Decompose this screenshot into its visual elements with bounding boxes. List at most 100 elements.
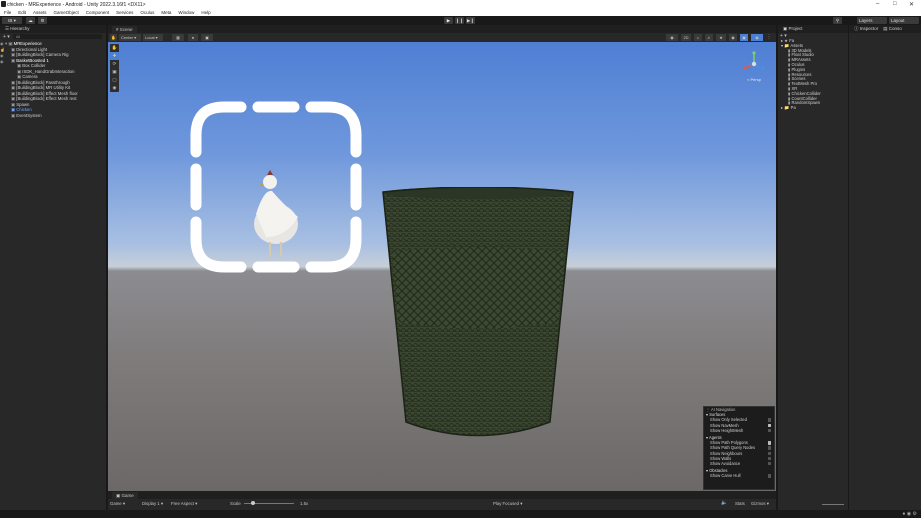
tab-inspector[interactable]: ⓘ Inspector bbox=[854, 25, 878, 33]
layers-dropdown[interactable]: Layers bbox=[857, 17, 887, 24]
menu-bar: File Edit Assets GameObject Component Service… bbox=[0, 9, 921, 16]
nav-option[interactable]: Show Avoidance bbox=[704, 461, 774, 466]
game-mode-dropdown[interactable]: Game ▾ bbox=[110, 501, 125, 507]
maximize-icon[interactable]: □ bbox=[893, 1, 897, 7]
scene-viewport[interactable]: ✋ ✚ ⟳ ▣ ▢ ◉ < Persp ⋮ AI Navigation ▾ Su… bbox=[108, 42, 776, 491]
hidden-objects-icon[interactable]: ◉ bbox=[729, 34, 737, 41]
rotate-tool-icon[interactable]: ⟳ bbox=[110, 60, 119, 68]
gizmos-dropdown[interactable]: Gizmos ▾ bbox=[751, 501, 769, 507]
add-icon[interactable]: + ▾ bbox=[3, 34, 10, 40]
menu-item-services[interactable]: Services bbox=[116, 10, 133, 15]
cloud-icon[interactable]: ☁ bbox=[26, 17, 35, 24]
audio-icon[interactable]: ♬ bbox=[705, 34, 713, 41]
hierarchy-item-label: BasketBoosted 1 bbox=[16, 57, 49, 63]
display-dropdown[interactable]: Display 1 ▾ bbox=[142, 501, 163, 507]
menu-item-component[interactable]: Component bbox=[86, 10, 109, 15]
checkbox[interactable] bbox=[767, 423, 771, 428]
scale-value: 1.5x bbox=[300, 501, 309, 506]
2d-toggle[interactable]: 2D bbox=[681, 34, 691, 41]
render-mode-icon[interactable]: ◉ bbox=[666, 34, 678, 41]
layout-dropdown[interactable]: Layout bbox=[889, 17, 919, 24]
scale-slider-handle[interactable] bbox=[251, 501, 255, 505]
checkbox[interactable] bbox=[767, 446, 771, 450]
tab-console[interactable]: ▤ Conso bbox=[883, 25, 902, 33]
menu-item-help[interactable]: Help bbox=[201, 10, 210, 15]
menu-item-gameobject[interactable]: GameObject bbox=[54, 10, 79, 15]
checkbox[interactable] bbox=[767, 418, 771, 422]
checkbox[interactable] bbox=[767, 461, 771, 466]
checkbox[interactable] bbox=[767, 451, 771, 455]
hand-tool-icon[interactable]: ✋ bbox=[110, 34, 117, 41]
inspector-tabbar: ⓘ Inspector ▤ Conso bbox=[849, 25, 921, 33]
grid-icon[interactable]: ▦ bbox=[172, 34, 184, 41]
tab-scene[interactable]: # Scene bbox=[112, 26, 137, 33]
menu-item-assets[interactable]: Assets bbox=[33, 10, 47, 15]
menu-item-file[interactable]: File bbox=[4, 10, 11, 15]
scene-toolbar: ✋ Center ▾ Local ▾ ▦ ● ▣ ◉ 2D ☼ ♬ ★ ◉ ▣ … bbox=[108, 33, 776, 42]
checkbox[interactable] bbox=[767, 456, 771, 461]
account-label: IB bbox=[8, 18, 13, 23]
effects-icon[interactable]: ★ bbox=[716, 34, 726, 41]
menu-item-meta[interactable]: Meta bbox=[161, 10, 171, 15]
spawn-frame-icon bbox=[190, 101, 362, 273]
center-dropdown[interactable]: Center ▾ bbox=[119, 34, 141, 41]
project-zoom-slider[interactable] bbox=[822, 504, 844, 505]
snap-icon[interactable]: ● bbox=[188, 34, 198, 41]
hierarchy-item[interactable]: ▣ EventSystem bbox=[0, 113, 106, 119]
aspect-dropdown[interactable]: Free Aspect ▾ bbox=[171, 501, 197, 507]
account-button[interactable]: IB ▾ bbox=[2, 17, 22, 24]
hierarchy-item-label: [BuildingBlock] Effect Mesh rest bbox=[16, 96, 77, 101]
checkbox[interactable] bbox=[767, 474, 771, 478]
scale-tool-icon[interactable]: ▣ bbox=[110, 68, 119, 76]
tab-project[interactable]: ▣ Project bbox=[778, 25, 848, 33]
game-tabbar: ▣ Game bbox=[108, 491, 776, 499]
menu-item-window[interactable]: Window bbox=[178, 10, 194, 15]
rect-tool-icon[interactable]: ▢ bbox=[110, 76, 119, 84]
camera-settings-icon[interactable]: ▣ bbox=[740, 34, 748, 41]
nav-option[interactable]: Show Carve Hull bbox=[704, 473, 774, 478]
hierarchy-item-label: [BuildingBlock] MR Utility Kit bbox=[16, 85, 71, 90]
scene-tab-label: Scene bbox=[119, 27, 133, 32]
basket-model[interactable] bbox=[378, 187, 578, 447]
hierarchy-item-label: EventSystem bbox=[16, 112, 42, 118]
pause-button[interactable]: ❙❙ bbox=[455, 17, 464, 24]
packages-label: Pa bbox=[790, 105, 796, 111]
hierarchy-search-input[interactable]: All bbox=[12, 34, 102, 39]
play-focused-dropdown[interactable]: Play Focused ▾ bbox=[493, 501, 522, 507]
stats-button[interactable]: Stats bbox=[735, 501, 745, 506]
scene-panel: # Scene ✋ Center ▾ Local ▾ ▦ ● ▣ ◉ 2D ☼ … bbox=[108, 25, 776, 491]
step-button[interactable]: ▶❙ bbox=[466, 17, 475, 24]
search-icon[interactable]: ⚲ bbox=[833, 17, 842, 24]
lock-icon[interactable]: ◉ bbox=[0, 59, 6, 65]
gizmos-toggle-icon[interactable]: ◉ bbox=[751, 34, 763, 41]
status-icons: ● ◉ ⚙ bbox=[902, 511, 917, 517]
audio-mute-icon[interactable]: 🔈 bbox=[721, 500, 727, 506]
move-tool-icon[interactable]: ✚ bbox=[110, 52, 119, 60]
agents-list: Show Path Polygons Show Path Query Nodes S… bbox=[704, 440, 774, 466]
increment-snap-icon[interactable]: ▣ bbox=[201, 34, 213, 41]
inspector-panel: ⓘ Inspector ▤ Conso bbox=[849, 25, 921, 510]
menu-item-oculus[interactable]: Oculus bbox=[140, 10, 154, 15]
chicken-model[interactable] bbox=[254, 170, 298, 257]
checkbox[interactable] bbox=[767, 441, 771, 445]
orientation-gizmo[interactable]: < Persp bbox=[740, 50, 768, 84]
transform-tool-icon[interactable]: ◉ bbox=[110, 84, 119, 92]
packages-item[interactable]: ▸ 📁 Pa bbox=[778, 105, 848, 111]
close-icon[interactable]: ✕ bbox=[909, 1, 914, 8]
hierarchy-tab[interactable]: ☰ Hierarchy bbox=[0, 25, 106, 33]
nav-option[interactable]: Show HeightMesh bbox=[704, 428, 774, 433]
lighting-icon[interactable]: ☼ bbox=[694, 34, 702, 41]
scene-more-icon[interactable]: ⋮ bbox=[765, 34, 773, 41]
hierarchy-toolbar: + ▾ All bbox=[0, 33, 106, 40]
play-button[interactable]: ▶ bbox=[444, 17, 453, 24]
gameobject-icon: ▾ ▣ bbox=[5, 41, 14, 46]
checkbox[interactable] bbox=[767, 428, 771, 433]
minimize-icon[interactable]: – bbox=[876, 1, 879, 7]
play-focused-label: Play Focused bbox=[493, 501, 520, 506]
menu-item-edit[interactable]: Edit bbox=[18, 10, 26, 15]
local-dropdown[interactable]: Local ▾ bbox=[143, 34, 163, 41]
view-tool-icon[interactable]: ✋ bbox=[110, 44, 119, 52]
tab-game[interactable]: ▣ Game bbox=[112, 492, 138, 499]
collab-icon[interactable]: ⚙ bbox=[38, 17, 47, 24]
tool-palette: ✋ ✚ ⟳ ▣ ▢ ◉ bbox=[110, 44, 119, 92]
